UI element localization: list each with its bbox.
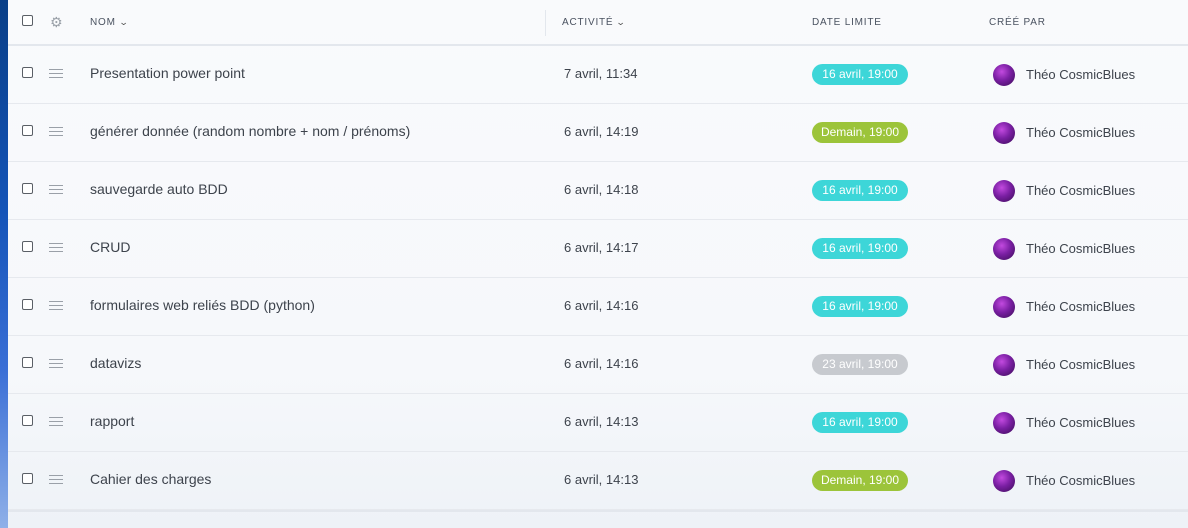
- column-header-name[interactable]: NOM ⌄: [90, 17, 128, 28]
- table-row[interactable]: rapport 6 avril, 14:13 16 avril, 19:00 T…: [8, 394, 1188, 452]
- avatar: [993, 64, 1015, 86]
- row-checkbox[interactable]: [22, 415, 33, 426]
- task-activity: 7 avril, 11:34: [564, 66, 638, 81]
- task-name[interactable]: sauvegarde auto BDD: [90, 181, 228, 197]
- drag-handle-icon[interactable]: [49, 359, 63, 368]
- avatar: [993, 296, 1015, 318]
- drag-handle-icon[interactable]: [49, 243, 63, 252]
- task-activity: 6 avril, 14:16: [564, 298, 639, 313]
- task-name[interactable]: CRUD: [90, 239, 130, 255]
- avatar: [993, 238, 1015, 260]
- table-row[interactable]: formulaires web reliés BDD (python) 6 av…: [8, 278, 1188, 336]
- task-creator: Théo CosmicBlues: [1026, 125, 1136, 140]
- task-name[interactable]: datavizs: [90, 355, 141, 371]
- due-date-badge: 16 avril, 19:00: [812, 64, 908, 85]
- avatar: [993, 412, 1015, 434]
- task-creator: Théo CosmicBlues: [1026, 299, 1136, 314]
- column-divider: [545, 10, 546, 36]
- avatar: [993, 470, 1015, 492]
- chevron-down-icon: ⌄: [118, 17, 130, 27]
- task-name[interactable]: Cahier des charges: [90, 471, 211, 487]
- row-checkbox[interactable]: [22, 473, 33, 484]
- task-activity: 6 avril, 14:17: [564, 240, 639, 255]
- drag-handle-icon[interactable]: [49, 69, 63, 78]
- task-activity: 6 avril, 14:13: [564, 472, 639, 487]
- due-date-badge: 16 avril, 19:00: [812, 296, 908, 317]
- table-row[interactable]: Presentation power point 7 avril, 11:34 …: [8, 46, 1188, 104]
- task-creator: Théo CosmicBlues: [1026, 357, 1136, 372]
- row-checkbox[interactable]: [22, 241, 33, 252]
- column-header-created-by-label: CRÉÉ PAR: [989, 17, 1046, 28]
- drag-handle-icon[interactable]: [49, 417, 63, 426]
- column-header-created-by[interactable]: CRÉÉ PAR: [989, 17, 1046, 28]
- due-date-badge: Demain, 19:00: [812, 122, 908, 143]
- drag-handle-icon[interactable]: [49, 475, 63, 484]
- avatar: [993, 122, 1015, 144]
- task-rows: Presentation power point 7 avril, 11:34 …: [8, 46, 1188, 510]
- task-list-panel: ⚙ NOM ⌄ ACTIVITÉ ⌄ DATE LIMITE CRÉÉ PAR …: [8, 0, 1188, 528]
- row-checkbox[interactable]: [22, 299, 33, 310]
- column-header-due-date[interactable]: DATE LIMITE: [812, 17, 882, 28]
- table-row[interactable]: générer donnée (random nombre + nom / pr…: [8, 104, 1188, 162]
- gear-icon[interactable]: ⚙: [50, 14, 63, 31]
- due-date-badge: Demain, 19:00: [812, 470, 908, 491]
- table-bottom-border: [8, 510, 1188, 512]
- table-header: ⚙ NOM ⌄ ACTIVITÉ ⌄ DATE LIMITE CRÉÉ PAR: [8, 0, 1188, 46]
- drag-handle-icon[interactable]: [49, 301, 63, 310]
- column-header-activity-label: ACTIVITÉ: [562, 17, 614, 28]
- avatar: [993, 354, 1015, 376]
- row-checkbox[interactable]: [22, 67, 33, 78]
- column-header-name-label: NOM: [90, 17, 116, 28]
- due-date-badge: 16 avril, 19:00: [812, 238, 908, 259]
- task-name[interactable]: rapport: [90, 413, 134, 429]
- task-activity: 6 avril, 14:19: [564, 124, 639, 139]
- row-checkbox[interactable]: [22, 183, 33, 194]
- table-row[interactable]: datavizs 6 avril, 14:16 23 avril, 19:00 …: [8, 336, 1188, 394]
- table-row[interactable]: sauvegarde auto BDD 6 avril, 14:18 16 av…: [8, 162, 1188, 220]
- task-activity: 6 avril, 14:16: [564, 356, 639, 371]
- row-checkbox[interactable]: [22, 125, 33, 136]
- row-checkbox[interactable]: [22, 357, 33, 368]
- drag-handle-icon[interactable]: [49, 127, 63, 136]
- task-creator: Théo CosmicBlues: [1026, 415, 1136, 430]
- task-creator: Théo CosmicBlues: [1026, 67, 1136, 82]
- select-all-checkbox[interactable]: [22, 15, 33, 26]
- task-creator: Théo CosmicBlues: [1026, 183, 1136, 198]
- column-header-due-date-label: DATE LIMITE: [812, 17, 882, 28]
- drag-handle-icon[interactable]: [49, 185, 63, 194]
- column-header-activity[interactable]: ACTIVITÉ ⌄: [562, 17, 626, 28]
- table-row[interactable]: Cahier des charges 6 avril, 14:13 Demain…: [8, 452, 1188, 510]
- background-edge: [0, 0, 8, 528]
- table-row[interactable]: CRUD 6 avril, 14:17 16 avril, 19:00 Théo…: [8, 220, 1188, 278]
- task-name[interactable]: générer donnée (random nombre + nom / pr…: [90, 123, 410, 139]
- task-activity: 6 avril, 14:18: [564, 182, 639, 197]
- task-creator: Théo CosmicBlues: [1026, 473, 1136, 488]
- due-date-badge: 16 avril, 19:00: [812, 180, 908, 201]
- task-activity: 6 avril, 14:13: [564, 414, 639, 429]
- due-date-badge: 16 avril, 19:00: [812, 412, 908, 433]
- due-date-badge: 23 avril, 19:00: [812, 354, 908, 375]
- task-name[interactable]: formulaires web reliés BDD (python): [90, 297, 315, 313]
- avatar: [993, 180, 1015, 202]
- chevron-down-icon: ⌄: [616, 17, 628, 27]
- task-creator: Théo CosmicBlues: [1026, 241, 1136, 256]
- task-name[interactable]: Presentation power point: [90, 65, 245, 81]
